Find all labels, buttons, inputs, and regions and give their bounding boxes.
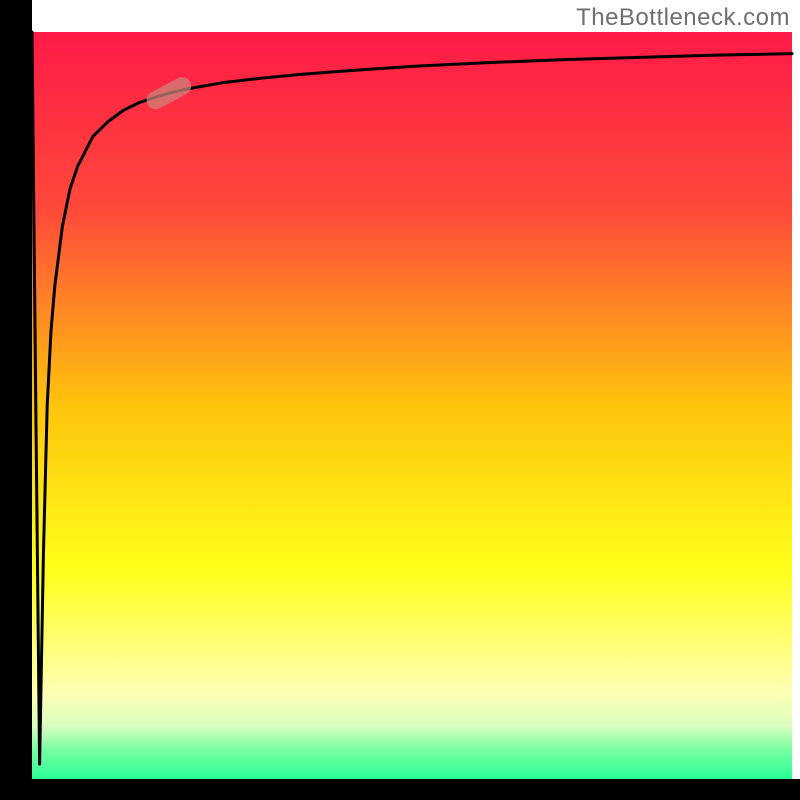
y-axis-border — [0, 0, 32, 800]
chart-container: TheBottleneck.com — [0, 0, 800, 800]
watermark-text: TheBottleneck.com — [576, 4, 790, 32]
x-axis-border — [0, 779, 800, 800]
bottleneck-chart — [0, 0, 800, 800]
plot-background — [32, 32, 792, 779]
